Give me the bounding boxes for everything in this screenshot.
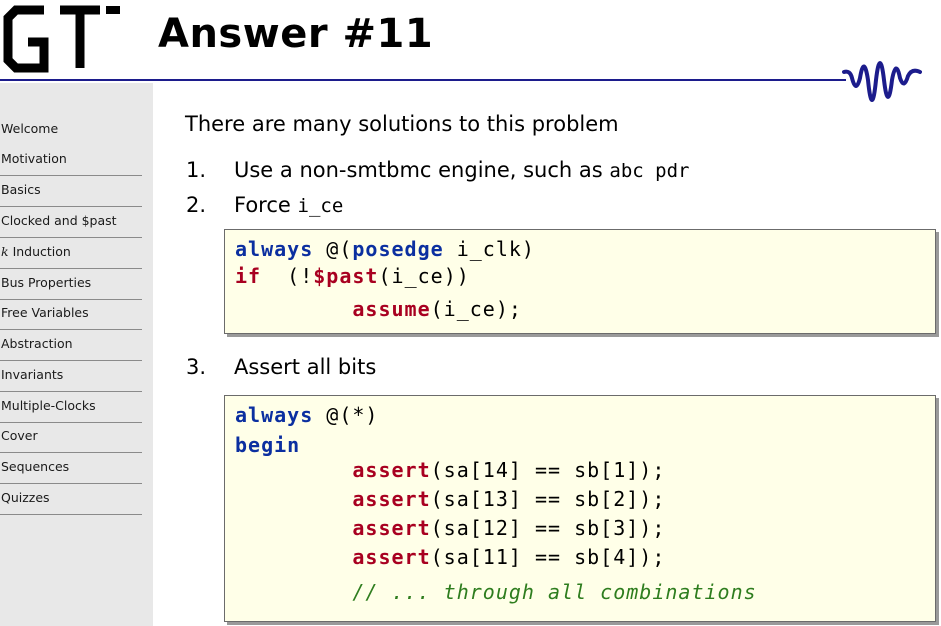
code-block-assert: always @(*) begin assert(sa[14] == sb[1]… [224, 395, 936, 622]
code-keyword: always [235, 237, 314, 261]
code-line: begin [235, 433, 300, 457]
code-keyword: if [235, 264, 262, 288]
sidebar-item-basics[interactable]: Basics [0, 182, 142, 207]
list-number: 2. [186, 193, 207, 217]
list-text: Use a non-smtbmc engine, such as [234, 158, 603, 182]
page-title: Answer #11 [158, 11, 434, 57]
waveform-icon [842, 50, 922, 129]
code-function: assume [352, 297, 431, 321]
code-line: assert(sa[13] == sb[2]); [352, 487, 666, 511]
code-block-assume: always @(posedge i_clk) if (!$past(i_ce)… [224, 229, 936, 334]
code-function: $past [313, 264, 379, 288]
code-function: assert [352, 516, 431, 540]
inline-code: i_ce [297, 195, 344, 217]
sidebar-item-sequences[interactable]: Sequences [0, 459, 142, 484]
list-text: Force [234, 193, 291, 217]
code-line: assume(i_ce); [352, 297, 522, 321]
code-keyword: always [235, 403, 314, 427]
sidebar-item-quizzes[interactable]: Quizzes [0, 490, 142, 515]
sidebar-item-multiple-clocks[interactable]: Multiple-Clocks [0, 398, 142, 423]
header-rule [0, 79, 846, 81]
code-function: assert [352, 487, 431, 511]
code-line: always @(*) [235, 403, 379, 427]
code-line: assert(sa[11] == sb[4]); [352, 545, 666, 569]
gt-logo [2, 4, 122, 78]
sidebar: Welcome Motivation Basics Clocked and $p… [0, 83, 153, 626]
code-function: assert [352, 458, 431, 482]
sidebar-item-label: Induction [12, 244, 71, 259]
sidebar-item-invariants[interactable]: Invariants [0, 367, 142, 392]
code-comment: // ... through all combinations [352, 580, 757, 604]
intro-text: There are many solutions to this problem [185, 112, 619, 136]
code-line: // ... through all combinations [235, 580, 757, 604]
list-number: 1. [186, 158, 207, 182]
sidebar-item-abstraction[interactable]: Abstraction [0, 336, 142, 361]
sidebar-item-clocked-and-past[interactable]: Clocked and $past [0, 213, 142, 238]
code-line: if (!$past(i_ce)) [235, 264, 470, 288]
code-line: assert(sa[12] == sb[3]); [352, 516, 666, 540]
sidebar-item-k-induction[interactable]: k Induction [0, 244, 142, 269]
sidebar-item-motivation[interactable]: Motivation [0, 151, 142, 176]
k-variable: k [1, 244, 9, 259]
sidebar-item-free-variables[interactable]: Free Variables [0, 305, 142, 330]
code-function: assert [352, 545, 431, 569]
list-number: 3. [186, 355, 207, 379]
code-line: always @(posedge i_clk) [235, 237, 535, 261]
code-keyword: begin [235, 433, 301, 457]
code-keyword: posedge [352, 237, 444, 261]
code-line: assert(sa[14] == sb[1]); [352, 458, 666, 482]
list-text: Assert all bits [234, 355, 377, 379]
sidebar-item-cover[interactable]: Cover [0, 428, 142, 453]
inline-code: abc pdr [609, 160, 690, 182]
sidebar-item-welcome[interactable]: Welcome [0, 121, 142, 146]
sidebar-item-bus-properties[interactable]: Bus Properties [0, 275, 142, 300]
